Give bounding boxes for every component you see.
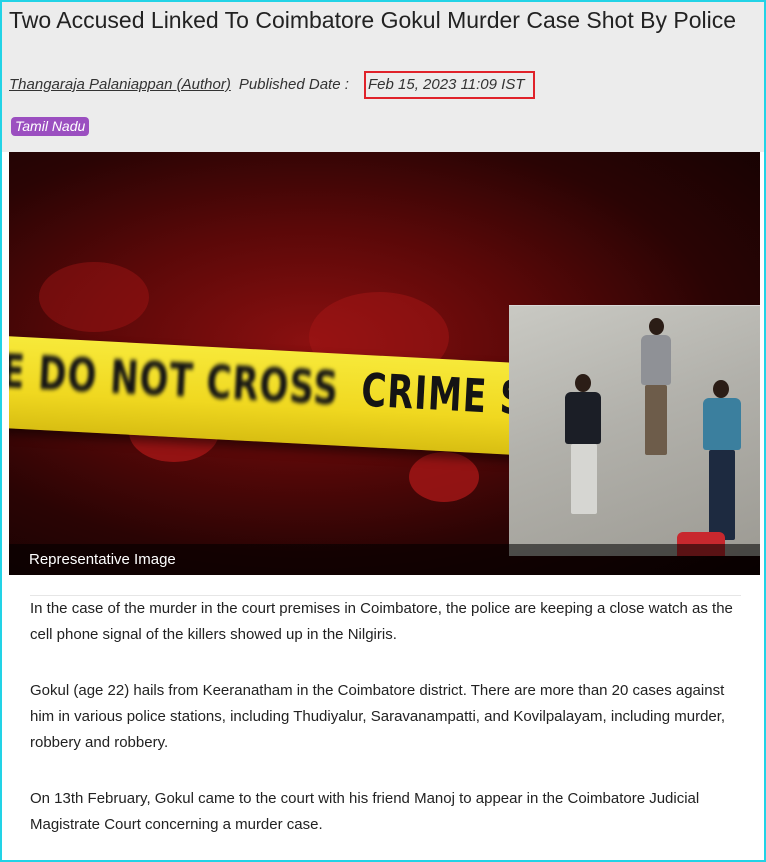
article-header: Two Accused Linked To Coimbatore Gokul M… [2,2,764,152]
author-link[interactable]: Thangaraja Palaniappan (Author) [9,76,231,93]
category-tag[interactable]: Tamil Nadu [11,117,90,136]
tape-text-left: NE DO NOT CROSS [9,343,341,417]
crime-scene-tape: NE DO NOT CROSS CRIME SCENE DO [9,335,702,457]
screenshot-frame: Two Accused Linked To Coimbatore Gokul M… [0,0,766,862]
image-caption-bar: Representative Image [9,544,760,575]
article-paragraph: Gokul (age 22) hails from Keeranatham in… [30,682,726,751]
image-caption: Representative Image [29,551,176,568]
article-paragraph: On 13th February, Gokul came to the cour… [30,790,700,833]
blood-splatter [409,452,479,502]
published-date-label: Published Date : [238,76,349,93]
article-paragraph: In the case of the murder in the court p… [30,600,733,643]
article-title: Two Accused Linked To Coimbatore Gokul M… [9,7,736,33]
hero-image: NE DO NOT CROSS CRIME SCENE DO [9,152,760,575]
published-date-highlight [364,71,535,99]
article-meta: Thangaraja Palaniappan (Author) Published… [9,76,349,93]
blood-splatter [39,262,149,332]
inset-photo [509,305,760,556]
